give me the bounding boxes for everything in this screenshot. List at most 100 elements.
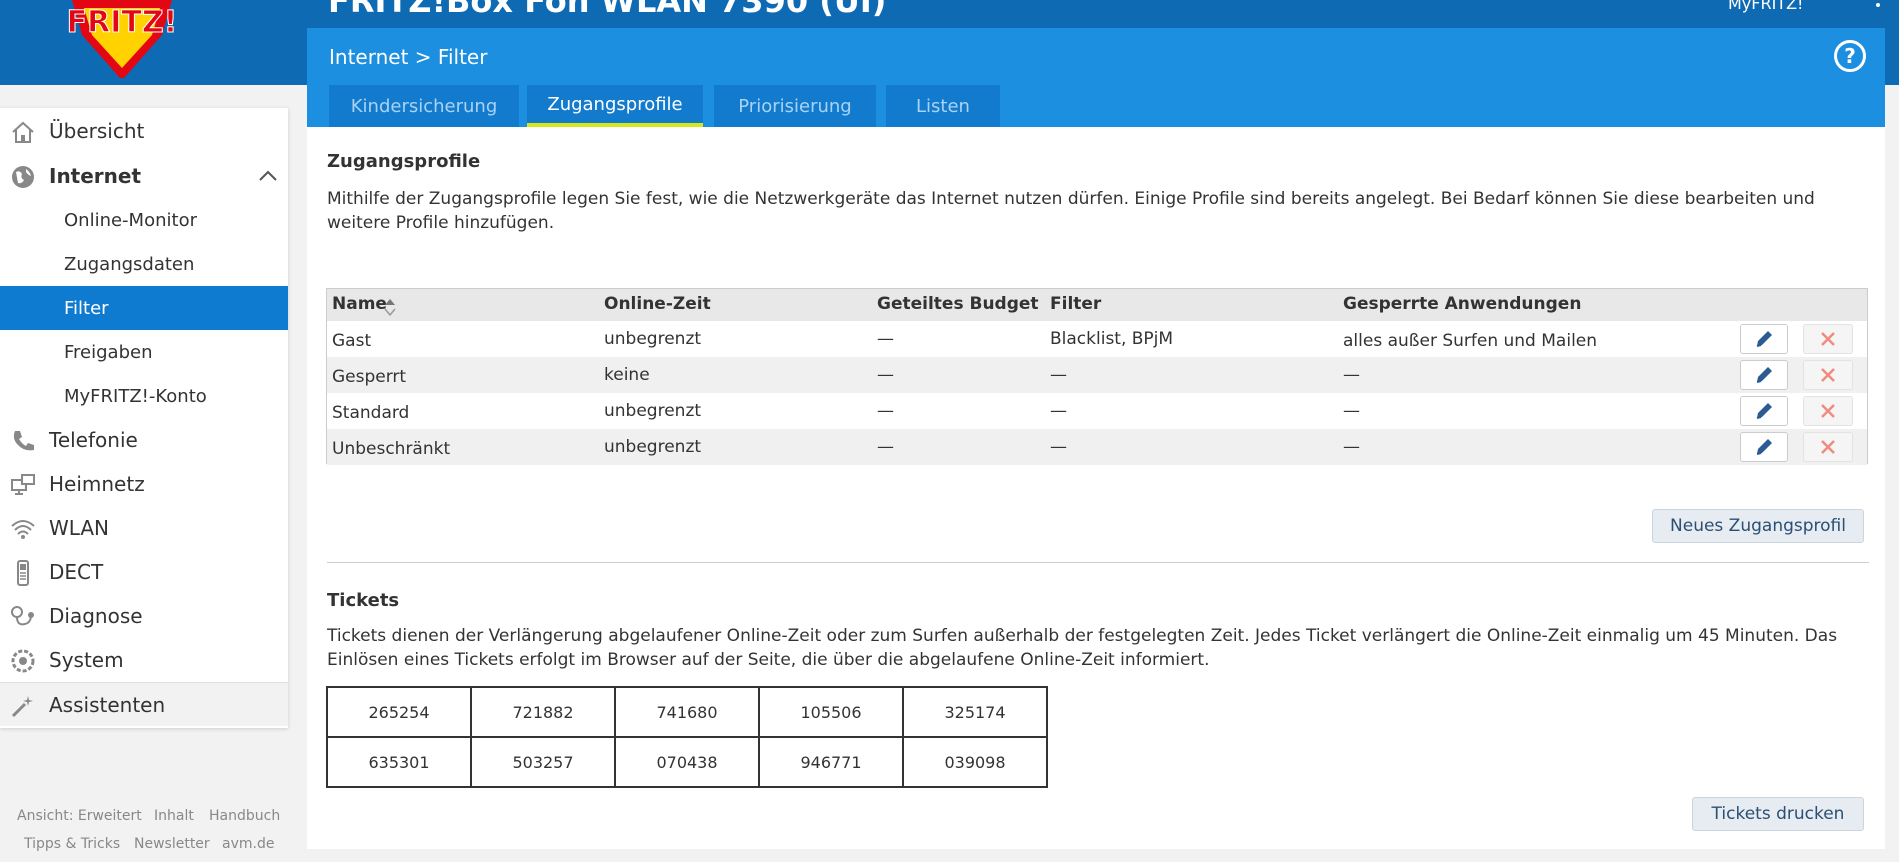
delete-button[interactable] [1803,396,1853,426]
breadcrumb-parent[interactable]: Internet [329,45,408,69]
tab-listen[interactable]: Listen [886,85,1000,127]
sidebar-item-freigaben[interactable]: Freigaben [0,330,288,374]
close-icon [1821,332,1835,346]
phone-icon [13,431,34,451]
view-mode-link[interactable]: Ansicht: Erweitert [17,808,142,824]
dect-phone-icon [17,560,29,586]
cell-budget: — [877,329,894,349]
breadcrumb-separator: > [414,45,432,69]
more-menu-icon[interactable] [1876,0,1882,10]
footer-link-inhalt[interactable]: Inhalt [154,808,194,824]
tickets-title: Tickets [327,590,400,611]
edit-button[interactable] [1740,360,1788,390]
wifi-icon [11,520,35,539]
cell-budget: — [877,365,894,385]
edit-button[interactable] [1740,324,1788,354]
cell-name: Gast [332,331,372,351]
diagnose-icon [11,606,34,626]
sidebar-item-online-monitor[interactable]: Online-Monitor [0,198,288,242]
sidebar-item-uebersicht[interactable]: Übersicht [0,109,288,153]
sidebar-item-assistenten[interactable]: Assistenten [0,682,288,726]
sidebar-item-label: Online-Monitor [64,209,197,231]
main-content: Zugangsprofile Mithilfe der Zugangsprofi… [307,127,1885,849]
tab-kindersicherung[interactable]: Kindersicherung [329,85,519,127]
ticket-row: 265254 721882 741680 105506 325174 [326,686,1048,738]
footer-link-avm[interactable]: avm.de [222,836,274,852]
sort-icon[interactable] [383,296,397,318]
delete-button[interactable] [1803,324,1853,354]
cell-filter: — [1050,401,1067,421]
footer-link-tipps[interactable]: Tipps & Tricks [24,836,120,852]
breadcrumb: Internet > Filter [329,45,487,69]
edit-button[interactable] [1740,396,1788,426]
tickets-description: Tickets dienen der Verlängerung abgelauf… [327,626,1838,670]
cell-gesperrte-anwendungen: — [1343,365,1360,385]
column-header-gesperrte-anwendungen: Gesperrte Anwendungen [1343,294,1582,314]
delete-button[interactable] [1803,432,1853,462]
ticket-code: 635301 [326,736,472,788]
cell-online-zeit: unbegrenzt [604,437,702,457]
sidebar-item-zugangsdaten[interactable]: Zugangsdaten [0,242,288,286]
cell-gesperrte-anwendungen: — [1343,401,1360,421]
help-icon[interactable]: ? [1834,40,1866,72]
new-profile-button[interactable]: Neues Zugangsprofil [1652,509,1864,543]
sidebar-item-label: Freigaben [64,341,153,363]
myfritz-link[interactable]: MyFRITZ! [1728,0,1803,13]
column-header-filter: Filter [1050,294,1102,314]
ticket-row: 635301 503257 070438 946771 039098 [326,736,1048,788]
cell-online-zeit: unbegrenzt [604,401,702,421]
ticket-code: 265254 [326,686,472,738]
divider [327,562,1869,563]
chevron-up-icon[interactable] [258,168,278,182]
sidebar-item-label: Heimnetz [49,472,145,496]
network-icon [11,474,35,495]
cell-budget: — [877,401,894,421]
cell-filter: — [1050,437,1067,457]
footer-link-newsletter[interactable]: Newsletter [134,836,210,852]
pencil-icon [1756,439,1772,455]
close-icon [1821,404,1835,418]
tickets-table: 265254 721882 741680 105506 325174 63530… [326,686,1048,788]
sidebar: Übersicht Internet Online-Monitor Zugang… [0,108,288,728]
tab-zugangsprofile[interactable]: Zugangsprofile [527,85,703,127]
system-icon [11,649,35,673]
sidebar-item-myfritz-konto[interactable]: MyFRITZ!-Konto [0,374,288,418]
ticket-code: 721882 [470,686,616,738]
delete-button[interactable] [1803,360,1853,390]
fritz-logo[interactable]: FRITZ! [62,0,182,80]
device-title: FRITZ!Box Fon WLAN 7390 (UI) [328,0,887,20]
profiles-title: Zugangsprofile [327,151,481,172]
print-tickets-button[interactable]: Tickets drucken [1692,797,1864,831]
sidebar-item-label: Zugangsdaten [64,253,195,275]
tab-priorisierung[interactable]: Priorisierung [714,85,876,127]
ticket-code: 105506 [758,686,904,738]
column-header-budget: Geteiltes Budget [877,294,1039,314]
home-icon [12,121,34,143]
cell-name: Gesperrt [332,367,407,387]
profiles-description: Mithilfe der Zugangsprofile legen Sie fe… [327,189,1815,233]
table-row: Gesperrt keine — — — [327,357,1867,393]
sidebar-item-label: System [49,648,124,672]
sidebar-item-telefonie[interactable]: Telefonie [0,418,288,462]
column-header-online-zeit: Online-Zeit [604,294,711,314]
close-icon [1821,440,1835,454]
sidebar-item-filter[interactable]: Filter [0,286,288,330]
sidebar-item-system[interactable]: System [0,638,288,682]
pencil-icon [1756,331,1772,347]
sidebar-item-label: Assistenten [49,692,166,717]
edit-button[interactable] [1740,432,1788,462]
footer-link-handbuch[interactable]: Handbuch [209,808,280,824]
table-row: Standard unbegrenzt — — — [327,393,1867,429]
wizard-icon [11,696,33,718]
profiles-table: Name Online-Zeit Geteiltes Budget Filter… [326,288,1868,465]
pencil-icon [1756,367,1772,383]
column-header-name[interactable]: Name [332,294,387,314]
cell-gesperrte-anwendungen: alles außer Surfen und Mailen [1343,331,1598,351]
close-icon [1821,368,1835,382]
sidebar-item-diagnose[interactable]: Diagnose [0,594,288,638]
sidebar-item-dect[interactable]: DECT [0,550,288,594]
sidebar-item-wlan[interactable]: WLAN [0,506,288,550]
sidebar-item-heimnetz[interactable]: Heimnetz [0,462,288,506]
ticket-code: 325174 [902,686,1048,738]
sidebar-item-internet[interactable]: Internet [0,154,288,198]
